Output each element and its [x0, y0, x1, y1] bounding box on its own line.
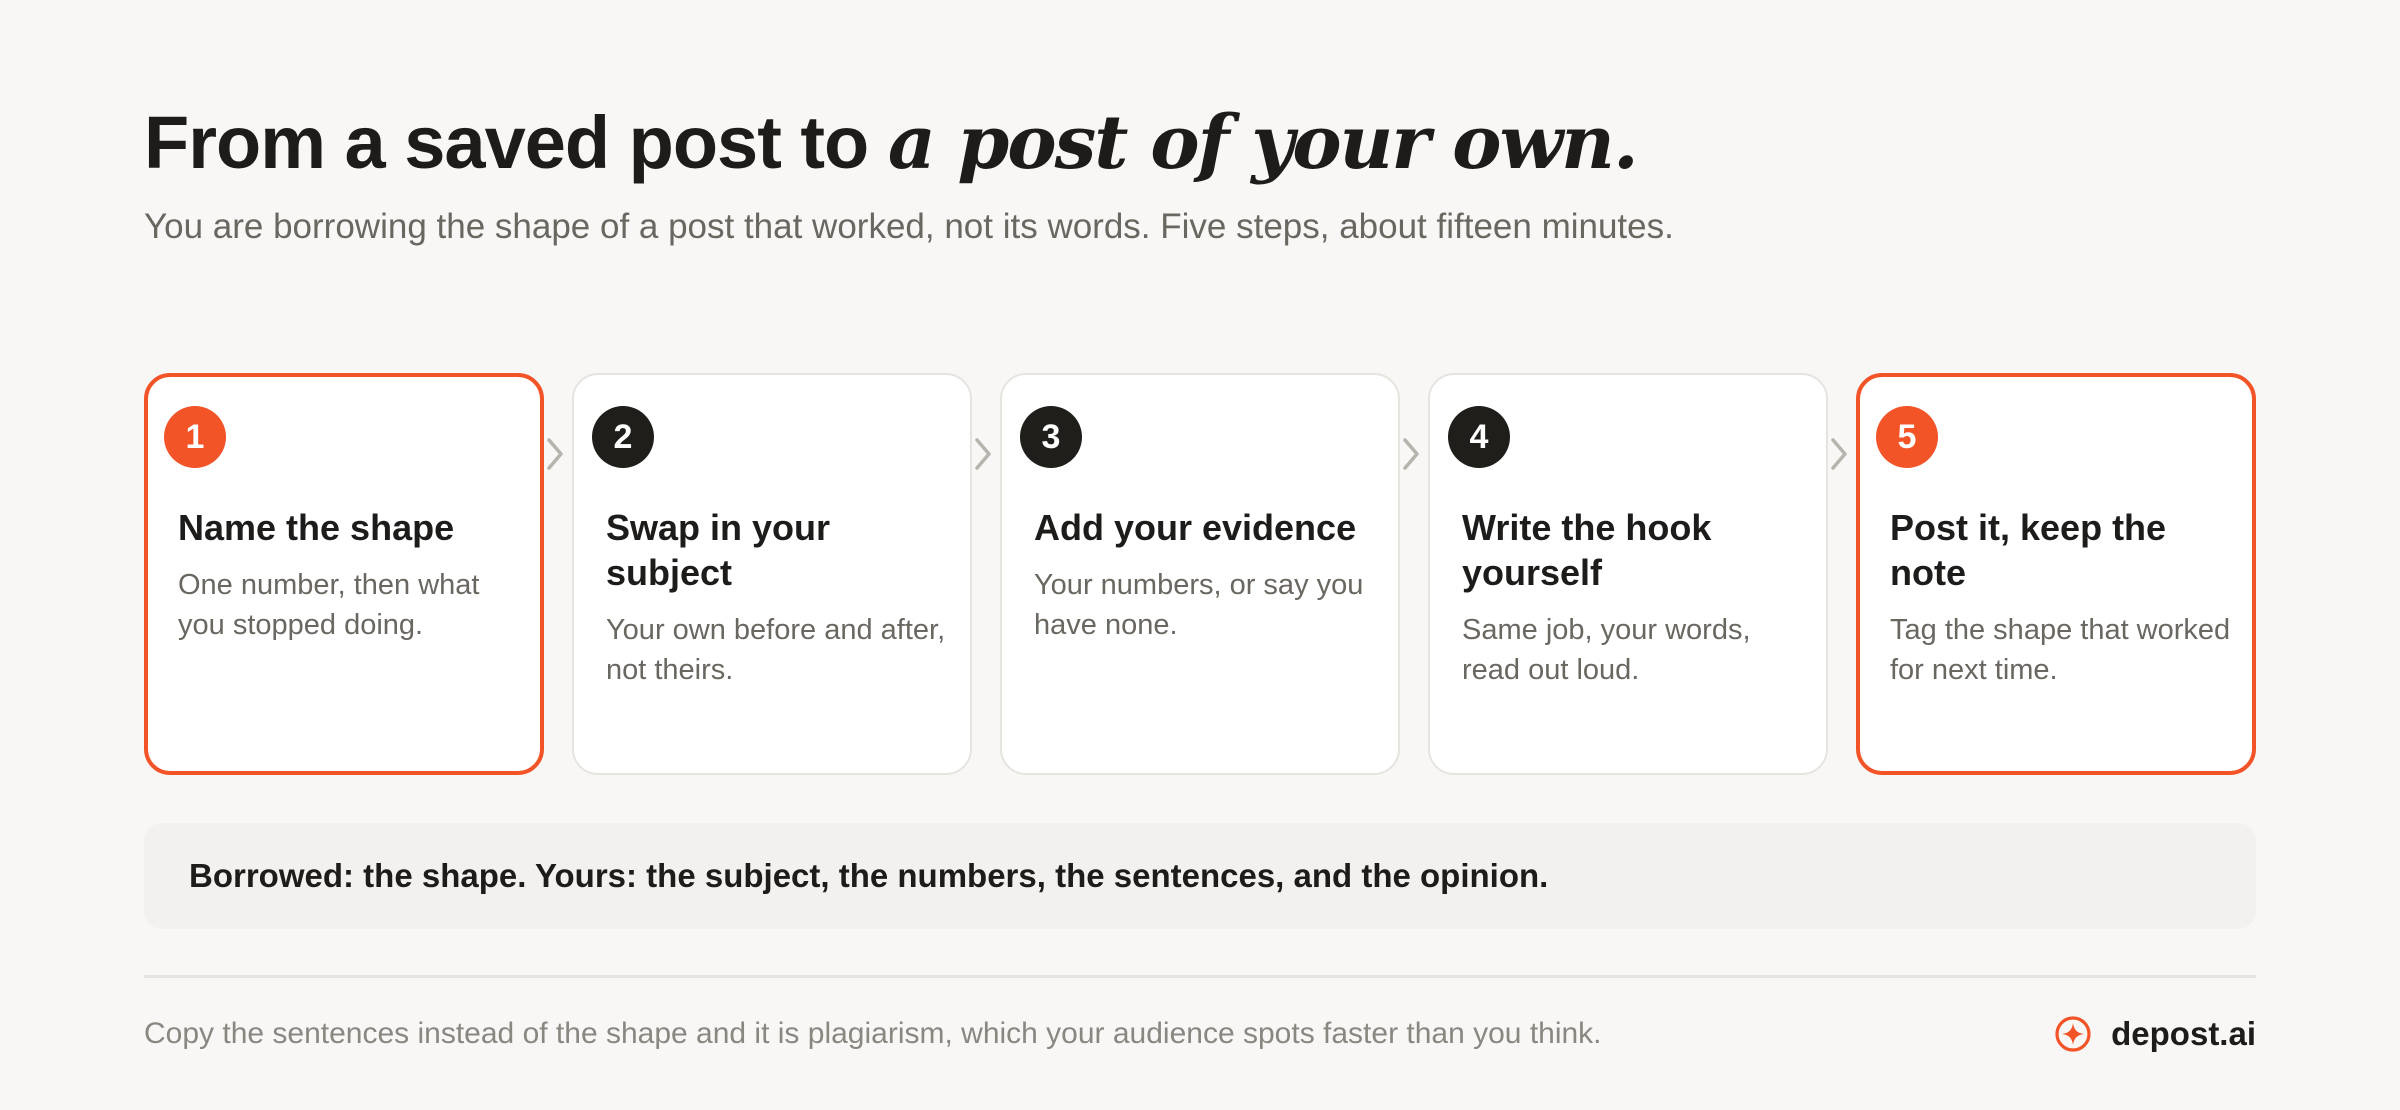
step-card-5: 5 Post it, keep the note Tag the shape t…	[1856, 373, 2256, 775]
step-number-badge: 2	[592, 406, 654, 468]
divider	[144, 975, 2256, 978]
chevron-right-icon	[1401, 431, 1423, 477]
summary-callout: Borrowed: the shape. Yours: the subject,…	[144, 823, 2256, 929]
step-title: Name the shape	[178, 507, 455, 548]
sparkle-circle-icon	[2053, 1014, 2093, 1054]
step-description: Same job, your words, read out loud.	[1462, 614, 1751, 686]
page-subtitle: You are borrowing the shape of a post th…	[144, 207, 1674, 246]
footer-warning: Copy the sentences instead of the shape …	[144, 1017, 1602, 1050]
step-title: Post it, keep the note	[1890, 507, 2167, 593]
step-number-badge: 1	[164, 406, 226, 468]
steps-row: 1 Name the shape One number, then what y…	[144, 373, 2256, 779]
step-title: Write the hook yourself	[1462, 507, 1712, 593]
step-number-badge: 5	[1876, 406, 1938, 468]
brand: depost.ai	[2053, 1012, 2256, 1056]
step-description: One number, then what you stopped doing.	[178, 569, 480, 641]
step-card-1: 1 Name the shape One number, then what y…	[144, 373, 544, 775]
step-title: Swap in your subject	[606, 507, 831, 593]
step-number-badge: 4	[1448, 406, 1510, 468]
step-card-4: 4 Write the hook yourself Same job, your…	[1428, 373, 1828, 775]
page: From a saved post to a post of your own.…	[144, 0, 2256, 1110]
chevron-right-icon	[545, 431, 567, 477]
step-card-2: 2 Swap in your subject Your own before a…	[572, 373, 972, 775]
step-description: Your numbers, or say you have none.	[1034, 569, 1364, 641]
step-card-3: 3 Add your evidence Your numbers, or say…	[1000, 373, 1400, 775]
step-description: Your own before and after, not theirs.	[606, 614, 946, 686]
page-title: From a saved post to a post of your own.	[144, 92, 1639, 194]
chevron-right-icon	[1829, 431, 1851, 477]
step-description: Tag the shape that worked for next time.	[1890, 614, 2231, 686]
brand-name: depost.ai	[2111, 1015, 2256, 1052]
chevron-right-icon	[973, 431, 995, 477]
step-number-badge: 3	[1020, 406, 1082, 468]
step-title: Add your evidence	[1034, 507, 1357, 548]
page-title-italic: a post of your own.	[887, 100, 1639, 186]
page-title-plain: From a saved post to	[144, 101, 888, 184]
